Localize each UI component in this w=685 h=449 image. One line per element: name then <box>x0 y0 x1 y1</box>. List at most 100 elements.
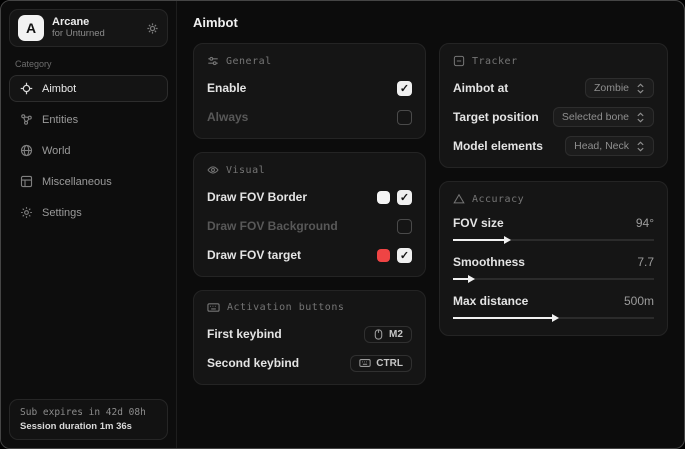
activation-buttons-section: Activation buttons First keybind M2 <box>193 290 426 385</box>
slider-fill <box>453 278 469 280</box>
sub-expiry-text: Sub expires in 42d 08h <box>20 407 157 418</box>
slider-value: 500m <box>624 294 654 308</box>
sidebar-item-miscellaneous[interactable]: Miscellaneous <box>9 168 168 195</box>
sliders-icon <box>207 55 219 67</box>
enable-checkbox[interactable]: ✓ <box>397 81 412 96</box>
row-label: Max distance <box>453 294 528 308</box>
brand-text: Arcane for Unturned <box>52 16 138 40</box>
aimbot-at-row: Aimbot at Zombie <box>453 78 654 98</box>
smoothness-slider-block: Smoothness 7.7 <box>453 255 654 283</box>
general-section-header: General <box>207 55 412 67</box>
row-label: Aimbot at <box>453 81 508 95</box>
row-label: Draw FOV target <box>207 248 301 262</box>
sidebar-item-entities[interactable]: Entities <box>9 106 168 133</box>
sidebar-nav: Aimbot Entities World <box>9 75 168 226</box>
eye-icon <box>207 164 219 176</box>
aimbot-at-select[interactable]: Zombie <box>585 78 654 98</box>
row-label: Second keybind <box>207 356 299 370</box>
grid-icon <box>20 175 33 188</box>
app-subtitle: for Unturned <box>52 29 138 40</box>
page-title: Aimbot <box>193 15 668 30</box>
sidebar-item-aimbot[interactable]: Aimbot <box>9 75 168 102</box>
section-title: Tracker <box>472 56 518 67</box>
triangle-icon <box>453 193 465 205</box>
tracker-section: Tracker Aimbot at Zombie <box>439 43 668 168</box>
accuracy-section: Accuracy FOV size 94° Smoothness <box>439 181 668 336</box>
first-keybind-row: First keybind M2 <box>207 324 412 344</box>
sidebar-item-label: World <box>42 145 71 157</box>
mouse-icon <box>373 329 384 340</box>
keyboard-icon <box>359 358 371 368</box>
tracker-section-header: Tracker <box>453 55 654 67</box>
sidebar-item-label: Aimbot <box>42 83 76 95</box>
accuracy-section-header: Accuracy <box>453 193 654 205</box>
section-title: Visual <box>226 165 265 176</box>
row-label: Draw FOV Border <box>207 190 307 204</box>
slider-value: 7.7 <box>637 255 654 269</box>
gear-icon <box>20 206 33 219</box>
fov-size-slider[interactable] <box>453 236 654 244</box>
visual-section: Visual Draw FOV Border ✓ Draw FOV Backgr… <box>193 152 426 277</box>
select-value: Zombie <box>594 82 629 94</box>
general-section: General Enable ✓ Always <box>193 43 426 139</box>
fov-size-slider-block: FOV size 94° <box>453 216 654 244</box>
smoothness-slider[interactable] <box>453 275 654 283</box>
row-label: Always <box>207 110 248 124</box>
brand-card: A Arcane for Unturned <box>9 9 168 47</box>
row-label: Smoothness <box>453 255 525 269</box>
max-distance-slider[interactable] <box>453 314 654 322</box>
target-box-icon <box>453 55 465 67</box>
chevron-up-down-icon <box>636 141 645 152</box>
fov-border-checkbox[interactable]: ✓ <box>397 190 412 205</box>
category-label: Category <box>15 59 162 69</box>
draw-fov-border-row: Draw FOV Border ✓ <box>207 187 412 207</box>
always-checkbox[interactable] <box>397 110 412 125</box>
select-value: Selected bone <box>562 111 629 123</box>
row-label: Enable <box>207 81 246 95</box>
target-position-row: Target position Selected bone <box>453 107 654 127</box>
first-keybind-button[interactable]: M2 <box>364 326 412 343</box>
sidebar-item-settings[interactable]: Settings <box>9 199 168 226</box>
slider-fill <box>453 239 505 241</box>
row-label: FOV size <box>453 216 504 230</box>
target-position-select[interactable]: Selected bone <box>553 107 654 127</box>
section-title: Activation buttons <box>227 302 344 313</box>
always-row: Always <box>207 107 412 127</box>
enable-row: Enable ✓ <box>207 78 412 98</box>
row-label: Model elements <box>453 139 543 153</box>
sidebar-item-label: Miscellaneous <box>42 176 112 188</box>
sidebar: A Arcane for Unturned Category <box>1 1 177 448</box>
model-elements-select[interactable]: Head, Neck <box>565 136 654 156</box>
session-duration-text: Session duration 1m 36s <box>20 421 157 432</box>
fov-target-checkbox[interactable]: ✓ <box>397 248 412 263</box>
draw-fov-target-row: Draw FOV target ✓ <box>207 245 412 265</box>
visual-section-header: Visual <box>207 164 412 176</box>
chevron-up-down-icon <box>636 112 645 123</box>
sidebar-item-label: Settings <box>42 207 82 219</box>
draw-fov-background-row: Draw FOV Background <box>207 216 412 236</box>
fov-background-checkbox[interactable] <box>397 219 412 234</box>
row-label: First keybind <box>207 327 282 341</box>
slider-value: 94° <box>636 216 654 230</box>
entities-icon <box>20 113 33 126</box>
keybind-value: CTRL <box>376 358 403 369</box>
section-title: Accuracy <box>472 194 524 205</box>
sidebar-item-world[interactable]: World <box>9 137 168 164</box>
keybind-value: M2 <box>389 329 403 340</box>
fov-target-color-swatch[interactable] <box>377 249 390 262</box>
sidebar-item-label: Entities <box>42 114 78 126</box>
model-elements-row: Model elements Head, Neck <box>453 136 654 156</box>
app-window: A Arcane for Unturned Category <box>0 0 685 449</box>
slider-fill <box>453 317 554 319</box>
app-logo: A <box>18 15 44 41</box>
second-keybind-row: Second keybind CTRL <box>207 353 412 373</box>
globe-icon <box>20 144 33 157</box>
select-value: Head, Neck <box>574 140 629 152</box>
keyboard-icon <box>207 302 220 313</box>
second-keybind-button[interactable]: CTRL <box>350 355 412 372</box>
row-label: Draw FOV Background <box>207 219 338 233</box>
fov-border-color-swatch[interactable] <box>377 191 390 204</box>
row-label: Target position <box>453 110 539 124</box>
gear-icon[interactable] <box>146 22 159 35</box>
app-name: Arcane <box>52 16 138 29</box>
